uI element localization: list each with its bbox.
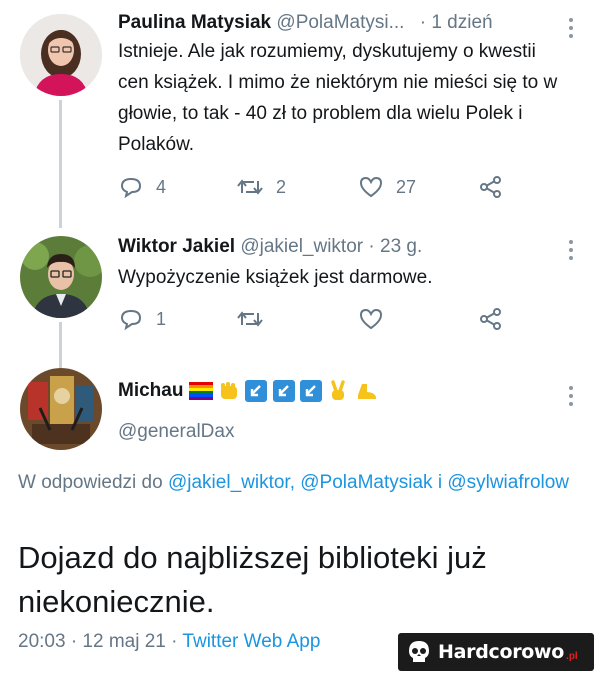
like-icon [359, 308, 383, 330]
tweet-footer: 20:03 · 12 maj 21 · Twitter Web App [18, 631, 320, 653]
avatar[interactable] [20, 368, 102, 450]
tweet-wiktor[interactable]: Wiktor Jakiel @jakiel_wiktor · 23 g. Wyp… [0, 228, 600, 358]
reply-count: 4 [156, 176, 167, 197]
like-button[interactable] [358, 304, 384, 334]
victory-hand-icon [331, 380, 345, 400]
tweet-text: Dojazd do najbliższej biblioteki już nie… [18, 540, 487, 619]
author-name[interactable]: Wiktor Jakiel [118, 236, 235, 257]
reply-prefix: W odpowiedzi do [18, 472, 163, 493]
author-name[interactable]: Paulina Matysiak [118, 12, 271, 33]
tweet-header: Wiktor Jakiel @jakiel_wiktor · 23 g. [118, 236, 422, 258]
tweet-text: Istnieje. Ale jak rozumiemy, dyskutujemy… [118, 41, 558, 155]
more-icon[interactable] [568, 18, 574, 42]
tweet-header: Michau [118, 380, 378, 402]
retweet-icon [237, 311, 263, 327]
like-count: 27 [396, 176, 417, 197]
tweet-header: Paulina Matysiak @PolaMatysi... · 1 dzie… [118, 12, 493, 34]
retweet-count: 2 [276, 176, 287, 197]
fist-icon [221, 382, 238, 399]
more-icon[interactable] [568, 240, 574, 264]
reply-button[interactable]: 1 [118, 304, 166, 334]
more-icon[interactable] [568, 386, 574, 410]
avatar[interactable] [20, 14, 102, 96]
share-button[interactable] [478, 172, 504, 202]
tweet-actions: 4 2 27 [118, 172, 518, 202]
tweet-main[interactable]: Michau @generalDax W odpowiedzi do @jaki… [0, 358, 600, 677]
retweet-icon [237, 179, 263, 195]
watermark-suffix: .pl [566, 651, 578, 662]
reply-icon [120, 309, 142, 331]
tweet-time[interactable]: · 23 g. [368, 236, 422, 257]
reply-to-line: W odpowiedzi do @jakiel_wiktor, @PolaMat… [18, 467, 578, 498]
share-button[interactable] [478, 304, 504, 334]
tweet-text: Wypożyczenie książek jest darmowe. [118, 267, 433, 288]
watermark-logo: Hardcorowo .pl [398, 633, 594, 671]
tweet-time[interactable]: · 1 dzień [420, 12, 493, 33]
tweet-actions: 1 [118, 304, 518, 334]
arrow-badge-icon [245, 380, 268, 402]
arrow-badge-icon [272, 380, 295, 402]
author-handle[interactable]: @jakiel_wiktor [240, 236, 363, 257]
tweet-paulina[interactable]: Paulina Matysiak @PolaMatysi... · 1 dzie… [0, 0, 600, 228]
watermark-text: Hardcorowo [438, 641, 565, 663]
author-handle[interactable]: @PolaMatysi... [276, 12, 404, 33]
tweet-time[interactable]: 20:03 [18, 631, 66, 652]
author-name[interactable]: Michau [118, 380, 183, 401]
reply-button[interactable]: 4 [118, 172, 166, 202]
tweet-date[interactable]: · 12 maj 21 · [71, 631, 178, 652]
reply-users-link[interactable]: @jakiel_wiktor, @PolaMatysiak i @sylwiaf… [168, 472, 569, 493]
avatar[interactable] [20, 236, 102, 318]
boot-icon [358, 384, 377, 399]
like-button[interactable]: 27 [358, 172, 416, 202]
retweet-button[interactable] [236, 304, 264, 334]
share-icon [480, 308, 501, 330]
reply-count: 1 [156, 308, 167, 329]
retweet-button[interactable]: 2 [236, 172, 286, 202]
share-icon [480, 176, 501, 198]
reply-icon [120, 177, 142, 199]
arrow-badge-icon [299, 380, 322, 402]
tweet-source[interactable]: Twitter Web App [182, 631, 320, 652]
like-icon [359, 176, 383, 198]
author-handle[interactable]: @generalDax [118, 421, 234, 443]
skull-icon [409, 641, 429, 662]
rainbow-flag-icon [188, 382, 213, 400]
